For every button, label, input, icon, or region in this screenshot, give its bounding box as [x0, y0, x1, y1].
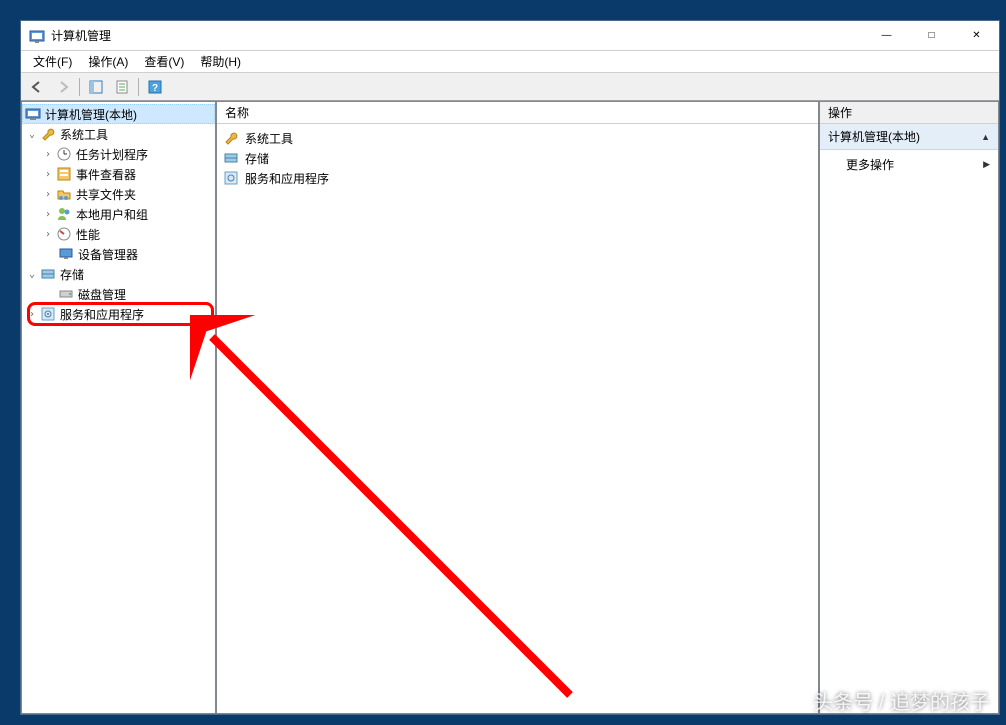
tree-node-system-tools[interactable]: ⌄ 系统工具 — [22, 124, 215, 144]
performance-icon — [56, 226, 72, 242]
chevron-right-icon[interactable]: › — [40, 209, 56, 220]
menu-action[interactable]: 操作(A) — [80, 51, 136, 72]
services-icon — [40, 306, 56, 322]
disk-icon — [58, 286, 74, 302]
toolbar-separator — [79, 78, 80, 96]
close-button[interactable]: ✕ — [954, 21, 999, 50]
svg-text:?: ? — [152, 83, 158, 94]
tree-node-services-apps[interactable]: › 服务和应用程序 — [22, 304, 215, 324]
title-bar: 计算机管理 — □ ✕ — [21, 21, 999, 51]
list-body: 系统工具 存储 服务和应用程序 — [217, 124, 818, 192]
list-item-storage[interactable]: 存储 — [219, 148, 816, 168]
maximize-button[interactable]: □ — [909, 21, 954, 50]
window-controls: — □ ✕ — [864, 21, 999, 50]
tree-node-computer-management[interactable]: 计算机管理(本地) — [22, 104, 215, 124]
properties-button[interactable] — [110, 76, 134, 98]
toolbar-separator — [138, 78, 139, 96]
tree-label: 任务计划程序 — [76, 146, 148, 163]
help-button[interactable]: ? — [143, 76, 167, 98]
tree-node-disk-management[interactable]: 磁盘管理 — [22, 284, 215, 304]
tree-node-event-viewer[interactable]: › 事件查看器 — [22, 164, 215, 184]
menu-file[interactable]: 文件(F) — [25, 51, 80, 72]
menu-bar: 文件(F) 操作(A) 查看(V) 帮助(H) — [21, 51, 999, 73]
tree-pane: 计算机管理(本地) ⌄ 系统工具 › 任务计划程序 — [21, 101, 216, 714]
actions-more[interactable]: 更多操作 ▶ — [820, 150, 998, 179]
chevron-right-icon[interactable]: › — [40, 169, 56, 180]
event-log-icon — [56, 166, 72, 182]
app-window: 计算机管理 — □ ✕ 文件(F) 操作(A) 查看(V) 帮助(H) ? — [20, 20, 1000, 715]
services-icon — [223, 170, 239, 186]
chevron-right-icon[interactable]: › — [40, 229, 56, 240]
tree-label: 事件查看器 — [76, 166, 136, 183]
window-title: 计算机管理 — [51, 27, 864, 44]
clock-icon — [56, 146, 72, 162]
tree-node-local-users[interactable]: › 本地用户和组 — [22, 204, 215, 224]
computer-icon — [25, 106, 41, 122]
tree-label: 共享文件夹 — [76, 186, 136, 203]
tree-node-device-manager[interactable]: 设备管理器 — [22, 244, 215, 264]
chevron-right-icon[interactable]: › — [24, 309, 40, 320]
wrench-icon — [223, 130, 239, 146]
tree-label: 设备管理器 — [78, 246, 138, 263]
menu-view[interactable]: 查看(V) — [136, 51, 192, 72]
tree-root: 计算机管理(本地) ⌄ 系统工具 › 任务计划程序 — [22, 102, 215, 326]
submenu-caret-icon: ▶ — [983, 159, 990, 170]
toolbar: ? — [21, 73, 999, 101]
actions-more-label: 更多操作 — [846, 156, 894, 173]
chevron-right-icon[interactable]: › — [40, 189, 56, 200]
shared-folder-icon — [56, 186, 72, 202]
list-item-label: 服务和应用程序 — [245, 170, 329, 187]
chevron-right-icon[interactable]: › — [40, 149, 56, 160]
chevron-down-icon[interactable]: ⌄ — [24, 269, 40, 280]
users-icon — [56, 206, 72, 222]
storage-icon — [40, 266, 56, 282]
list-item-label: 存储 — [245, 150, 269, 167]
list-column-header[interactable]: 名称 — [217, 102, 818, 124]
nav-forward-button[interactable] — [51, 76, 75, 98]
list-item-label: 系统工具 — [245, 130, 293, 147]
actions-header: 操作 — [820, 102, 998, 124]
wrench-icon — [40, 126, 56, 142]
tree-node-storage[interactable]: ⌄ 存储 — [22, 264, 215, 284]
tree-node-shared-folders[interactable]: › 共享文件夹 — [22, 184, 215, 204]
column-name: 名称 — [225, 104, 249, 121]
menu-help[interactable]: 帮助(H) — [192, 51, 249, 72]
minimize-button[interactable]: — — [864, 21, 909, 50]
tree-label: 计算机管理(本地) — [45, 106, 137, 123]
tree-label: 性能 — [76, 226, 100, 243]
body: 计算机管理(本地) ⌄ 系统工具 › 任务计划程序 — [21, 101, 999, 714]
collapse-caret-icon: ▲ — [981, 132, 990, 142]
tree-label: 磁盘管理 — [78, 286, 126, 303]
tree-label: 本地用户和组 — [76, 206, 148, 223]
list-item-system-tools[interactable]: 系统工具 — [219, 128, 816, 148]
storage-icon — [223, 150, 239, 166]
tree-node-task-scheduler[interactable]: › 任务计划程序 — [22, 144, 215, 164]
chevron-down-icon[interactable]: ⌄ — [24, 129, 40, 140]
tree-label: 服务和应用程序 — [60, 306, 144, 323]
actions-section[interactable]: 计算机管理(本地) ▲ — [820, 124, 998, 150]
nav-back-button[interactable] — [25, 76, 49, 98]
app-icon — [29, 28, 45, 44]
show-hide-tree-button[interactable] — [84, 76, 108, 98]
actions-section-label: 计算机管理(本地) — [828, 128, 920, 145]
actions-pane: 操作 计算机管理(本地) ▲ 更多操作 ▶ — [819, 101, 999, 714]
tree-node-performance[interactable]: › 性能 — [22, 224, 215, 244]
list-pane: 名称 系统工具 存储 — [216, 101, 819, 714]
tree-label: 存储 — [60, 266, 84, 283]
list-item-services-apps[interactable]: 服务和应用程序 — [219, 168, 816, 188]
device-manager-icon — [58, 246, 74, 262]
tree-label: 系统工具 — [60, 126, 108, 143]
